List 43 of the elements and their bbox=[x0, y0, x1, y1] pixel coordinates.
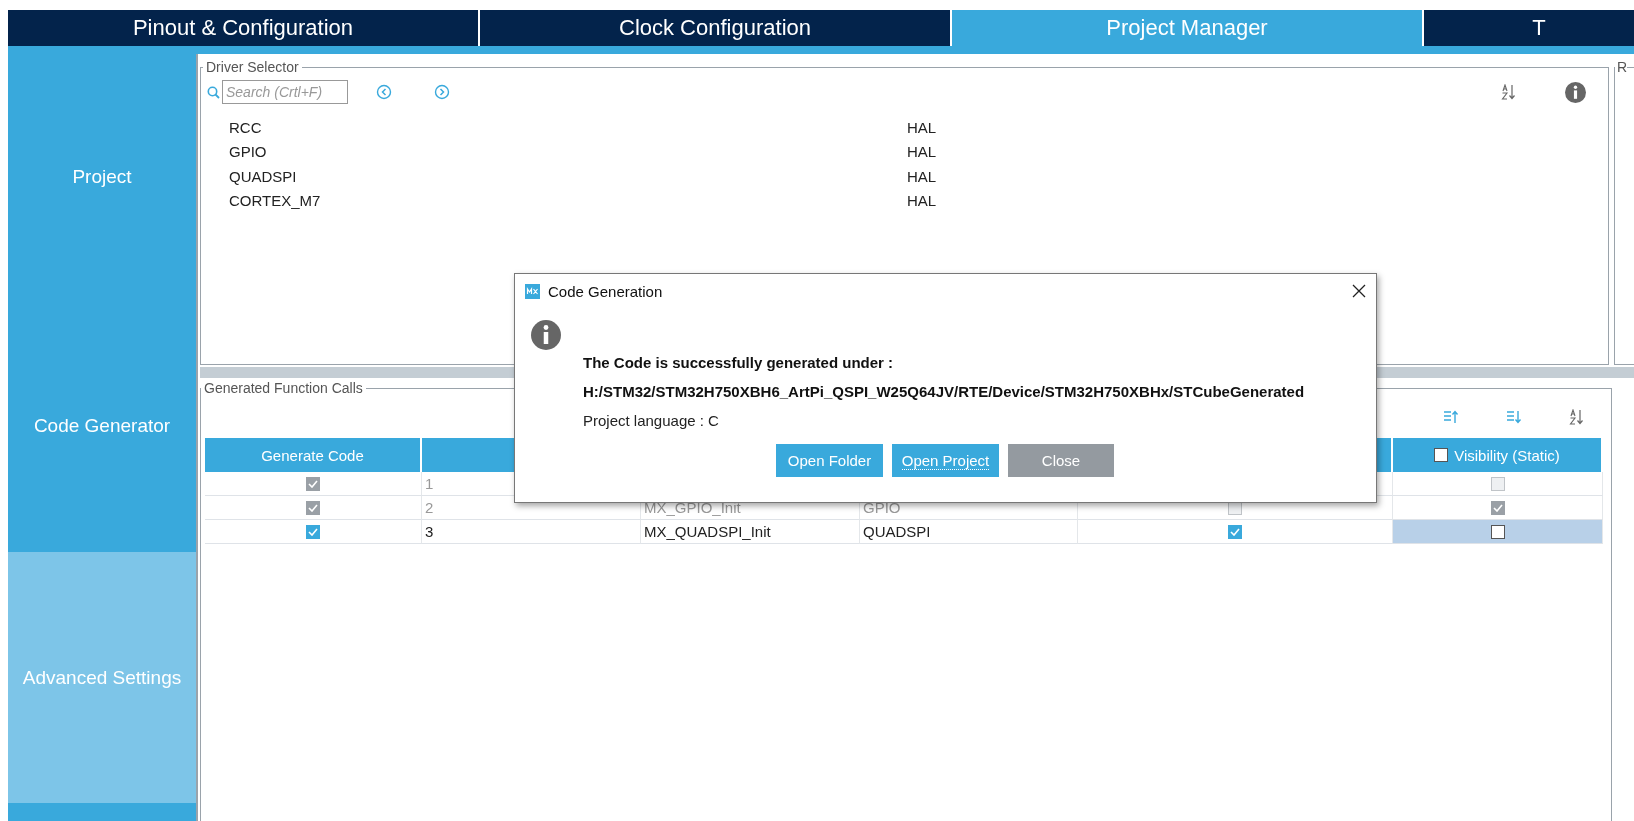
table-cell: MX_QUADSPI_Init bbox=[641, 520, 860, 544]
driver-type: HAL bbox=[907, 192, 937, 210]
panel-title: R bbox=[1616, 59, 1628, 75]
search-icon bbox=[207, 85, 220, 99]
sort-alphabetical-icon[interactable] bbox=[1569, 409, 1585, 425]
driver-type: HAL bbox=[907, 143, 937, 161]
tab[interactable]: Project Manager bbox=[952, 10, 1424, 46]
dialog-button[interactable]: Close bbox=[1008, 444, 1114, 477]
dialog-title: Code Generation bbox=[548, 282, 664, 300]
checkbox[interactable] bbox=[1228, 524, 1242, 539]
table-cell: 3 bbox=[422, 520, 641, 544]
table-cell[interactable] bbox=[1393, 520, 1603, 544]
driver-type: HAL bbox=[907, 167, 937, 185]
sort-alphabetical-icon[interactable] bbox=[1501, 84, 1517, 100]
driver-type: HAL bbox=[907, 118, 937, 136]
info-icon[interactable] bbox=[1565, 81, 1586, 103]
checkbox[interactable] bbox=[1434, 448, 1449, 462]
app-logo-icon bbox=[525, 283, 540, 299]
previous-icon[interactable] bbox=[376, 84, 392, 100]
information-icon bbox=[531, 320, 561, 350]
search-field[interactable]: Search (Crtl+F) bbox=[222, 80, 348, 104]
panel-title: Driver Selector bbox=[205, 59, 300, 75]
sidebar-item[interactable]: Advanced Settings bbox=[8, 552, 196, 803]
close-icon[interactable] bbox=[1352, 284, 1366, 298]
column-header[interactable]: Generate Code bbox=[205, 438, 422, 472]
message-text: The Code is successfully generated under : bbox=[583, 354, 894, 373]
checkbox[interactable] bbox=[1490, 524, 1505, 539]
checkbox[interactable] bbox=[306, 524, 320, 539]
dialog-button[interactable]: Open Folder bbox=[776, 444, 883, 477]
driver-name: CORTEX_M7 bbox=[229, 192, 322, 210]
driver-name: GPIO bbox=[229, 143, 268, 161]
dialog-button[interactable]: Open Project bbox=[892, 444, 999, 477]
driver-name: RCC bbox=[229, 118, 263, 136]
language-text: Project language : C bbox=[583, 412, 720, 431]
column-header[interactable]: Visibility (Static) bbox=[1393, 438, 1603, 472]
sort-descending-icon[interactable] bbox=[1506, 410, 1522, 424]
sort-ascending-icon[interactable] bbox=[1443, 410, 1459, 424]
path-text: H:/STM32/STM32H750XBH6_ArtPi_QSPI_W25Q64JV/RTE/Device/STM32H750XBHx/STCubeGenerated bbox=[583, 383, 1305, 402]
table-cell: QUADSPI bbox=[860, 520, 1078, 544]
panel-title: Generated Function Calls bbox=[203, 380, 364, 396]
next-icon[interactable] bbox=[434, 84, 450, 100]
column-header-label: Visibility (Static) bbox=[1454, 446, 1560, 464]
driver-name: QUADSPI bbox=[229, 167, 298, 185]
